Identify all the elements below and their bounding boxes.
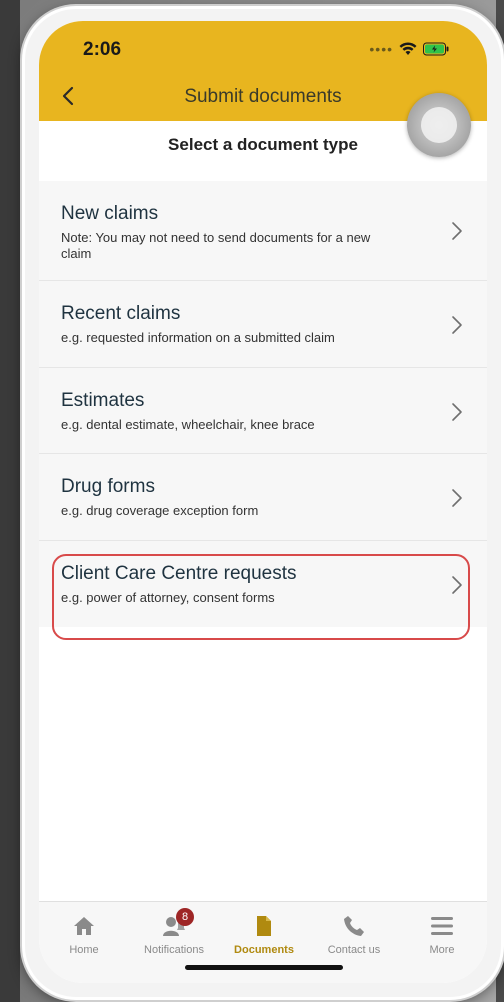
item-title: New claims (61, 203, 159, 224)
phone-icon (344, 916, 364, 936)
tab-contact-us[interactable]: Contact us (309, 902, 399, 962)
tab-label: Contact us (327, 944, 381, 956)
home-indicator[interactable] (185, 965, 343, 970)
menu-icon (431, 917, 453, 935)
tab-home[interactable]: Home (39, 902, 129, 962)
item-note: Note: You may not need to send documents… (61, 230, 371, 261)
notification-badge: 8 (176, 908, 194, 926)
tab-label: Home (69, 944, 99, 956)
document-type-estimates[interactable]: Estimates e.g. dental estimate, wheelcha… (39, 368, 487, 454)
item-title: Drug forms (61, 476, 155, 497)
document-type-recent-claims[interactable]: Recent claims e.g. requested information… (39, 281, 487, 368)
tab-notifications[interactable]: 8 Notifications (129, 902, 219, 962)
item-title: Recent claims (61, 303, 181, 324)
item-note: e.g. drug coverage exception form (61, 503, 259, 518)
chevron-right-icon (452, 576, 462, 594)
wifi-icon (399, 42, 417, 55)
chevron-right-icon (452, 222, 462, 240)
battery-icon (423, 42, 449, 56)
status-icons: •••• (369, 41, 449, 57)
chevron-right-icon (452, 316, 462, 334)
tab-documents[interactable]: Documents (219, 902, 309, 962)
item-note: e.g. power of attorney, consent forms (61, 590, 275, 605)
app-screen: 2:06 •••• Submit documents Select a docu… (39, 21, 487, 983)
tab-bar: Home 8 Notifications Documents Contact u… (39, 901, 487, 983)
chevron-right-icon (452, 403, 462, 421)
document-type-list: New claims Note: You may not need to sen… (39, 181, 487, 627)
document-type-drug-forms[interactable]: Drug forms e.g. drug coverage exception … (39, 454, 487, 541)
item-note: e.g. requested information on a submitte… (61, 330, 335, 345)
phone-frame: 2:06 •••• Submit documents Select a docu… (22, 6, 504, 1000)
background-left-edge (0, 0, 20, 1002)
document-type-client-care-centre-requests[interactable]: Client Care Centre requests e.g. power o… (39, 541, 487, 627)
item-title: Client Care Centre requests (61, 563, 297, 584)
section-title: Select a document type (168, 135, 358, 154)
document-icon (257, 916, 271, 936)
tab-label: More (429, 944, 455, 956)
signal-icon: •••• (369, 41, 393, 57)
tab-more[interactable]: More (397, 902, 487, 962)
item-title: Estimates (61, 390, 145, 411)
document-type-new-claims[interactable]: New claims Note: You may not need to sen… (39, 181, 487, 281)
tab-label: Notifications (144, 944, 204, 956)
home-icon (74, 917, 94, 935)
tab-label: Documents (234, 944, 294, 956)
item-note: e.g. dental estimate, wheelchair, knee b… (61, 417, 315, 432)
status-time: 2:06 (83, 39, 122, 60)
chevron-right-icon (452, 489, 462, 507)
